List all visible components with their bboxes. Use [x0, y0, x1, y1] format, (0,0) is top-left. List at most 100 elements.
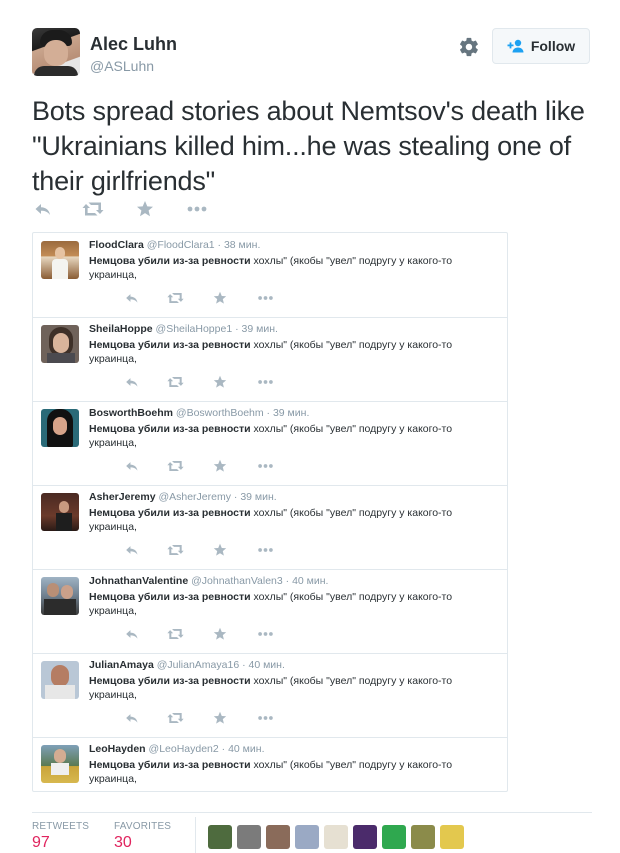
favorites-stat[interactable]: FAVORITES 30	[114, 821, 171, 852]
tweet-stats: RETWEETS 97 FAVORITES 30	[32, 812, 592, 853]
avatar[interactable]	[208, 825, 232, 849]
timestamp[interactable]: · 40 мин.	[286, 575, 329, 587]
favorite-icon[interactable]	[213, 543, 227, 557]
gear-icon[interactable]	[458, 36, 480, 58]
bold-phrase: Немцова убили из-за ревности	[89, 675, 251, 687]
more-icon[interactable]	[257, 375, 274, 389]
favorite-icon[interactable]	[213, 711, 227, 725]
user-name[interactable]: FloodClara	[89, 239, 144, 251]
reply-icon[interactable]	[125, 543, 139, 557]
user-handle[interactable]: @LeoHayden2	[149, 743, 219, 755]
bold-phrase: Немцова убили из-за ревности	[89, 255, 251, 267]
reply-icon[interactable]	[125, 459, 139, 473]
user-handle[interactable]: @SheilaHoppe1	[156, 323, 233, 335]
more-icon[interactable]	[186, 200, 208, 218]
author-handle[interactable]: @ASLuhn	[90, 58, 154, 74]
reply-icon[interactable]	[125, 291, 139, 305]
avatar[interactable]	[295, 825, 319, 849]
favorites-label: FAVORITES	[114, 821, 172, 832]
embedded-tweet[interactable]: AsherJeremy @AsherJeremy · 39 мин. Немцо…	[33, 485, 507, 570]
retweet-icon[interactable]	[167, 459, 184, 473]
stats-divider	[195, 817, 196, 853]
avatar[interactable]	[411, 825, 435, 849]
bold-phrase: Немцова убили из-за ревности	[89, 591, 251, 603]
more-icon[interactable]	[257, 627, 274, 641]
embedded-tweet[interactable]: FloodClara @FloodClara1 · 38 мин. Немцов…	[33, 233, 507, 318]
favorite-icon[interactable]	[213, 375, 227, 389]
tweet-body: Немцова убили из-за ревности хохлы" (яко…	[89, 590, 497, 618]
retweets-stat[interactable]: RETWEETS 97	[32, 821, 89, 852]
avatar[interactable]	[41, 577, 79, 615]
retweet-icon[interactable]	[167, 711, 184, 725]
row-actions	[89, 459, 289, 473]
user-name[interactable]: BosworthBoehm	[89, 407, 173, 419]
user-handle[interactable]: @BosworthBoehm	[176, 407, 264, 419]
avatar[interactable]	[41, 493, 79, 531]
embedded-tweet[interactable]: JohnathanValentine @JohnathanValen3 · 40…	[33, 569, 507, 654]
user-name[interactable]: JohnathanValentine	[89, 575, 188, 587]
timestamp[interactable]: · 39 мин.	[235, 323, 278, 335]
follow-label: Follow	[530, 38, 576, 54]
bold-phrase: Немцова убили из-за ревности	[89, 507, 251, 519]
user-name[interactable]: LeoHayden	[89, 743, 146, 755]
timestamp[interactable]: · 39 мин.	[267, 407, 310, 419]
favorite-icon[interactable]	[213, 459, 227, 473]
favorite-icon[interactable]	[136, 200, 154, 218]
more-icon[interactable]	[257, 459, 274, 473]
row-actions	[89, 375, 289, 389]
embedded-tweet[interactable]: SheilaHoppe @SheilaHoppe1 · 39 мин. Немц…	[33, 317, 507, 402]
embedded-tweet[interactable]: JulianAmaya @JulianAmaya16 · 40 мин. Нем…	[33, 653, 507, 738]
user-handle[interactable]: @AsherJeremy	[158, 491, 231, 503]
avatar[interactable]	[353, 825, 377, 849]
reply-icon[interactable]	[125, 375, 139, 389]
avatar[interactable]	[41, 325, 79, 363]
retweet-icon[interactable]	[167, 291, 184, 305]
more-icon[interactable]	[257, 291, 274, 305]
avatar[interactable]	[440, 825, 464, 849]
reply-icon[interactable]	[125, 711, 139, 725]
user-handle[interactable]: @FloodClara1	[147, 239, 215, 251]
more-icon[interactable]	[257, 543, 274, 557]
retweet-icon[interactable]	[167, 543, 184, 557]
avatar[interactable]	[41, 409, 79, 447]
avatar[interactable]	[324, 825, 348, 849]
user-name[interactable]: SheilaHoppe	[89, 323, 153, 335]
more-icon[interactable]	[257, 711, 274, 725]
timestamp[interactable]: · 40 мин.	[222, 743, 265, 755]
user-handle[interactable]: @JulianAmaya16	[157, 659, 239, 671]
row-actions	[89, 543, 289, 557]
tweet-body: Немцова убили из-за ревности хохлы" (яко…	[89, 422, 497, 450]
author-name[interactable]: Alec Luhn	[90, 34, 177, 55]
bold-phrase: Немцова убили из-за ревности	[89, 339, 251, 351]
tweet-header: Alec Luhn @ASLuhn Follow	[32, 28, 592, 78]
avatar[interactable]	[237, 825, 261, 849]
avatar[interactable]	[266, 825, 290, 849]
row-actions	[89, 291, 289, 305]
user-name[interactable]: JulianAmaya	[89, 659, 154, 671]
tweet-text: Bots spread stories about Nemtsov's deat…	[32, 96, 585, 196]
author-avatar[interactable]	[32, 28, 80, 76]
timestamp[interactable]: · 40 мин.	[242, 659, 285, 671]
reply-icon[interactable]	[125, 627, 139, 641]
favorites-count: 30	[114, 834, 132, 851]
avatar[interactable]	[382, 825, 406, 849]
favorite-icon[interactable]	[213, 627, 227, 641]
retweets-count: 97	[32, 834, 50, 851]
avatar[interactable]	[41, 241, 79, 279]
reply-icon[interactable]	[34, 200, 52, 218]
timestamp[interactable]: · 39 мин.	[234, 491, 277, 503]
timestamp[interactable]: · 38 мин.	[218, 239, 261, 251]
embedded-tweet[interactable]: BosworthBoehm @BosworthBoehm · 39 мин. Н…	[33, 401, 507, 486]
embedded-tweet[interactable]: LeoHayden @LeoHayden2 · 40 мин. Немцова …	[33, 737, 507, 791]
avatar[interactable]	[41, 661, 79, 699]
retweet-icon[interactable]	[167, 375, 184, 389]
retweets-label: RETWEETS	[32, 821, 90, 832]
avatar[interactable]	[41, 745, 79, 783]
user-handle[interactable]: @JohnathanValen3	[191, 575, 283, 587]
retweet-icon[interactable]	[82, 200, 104, 218]
embedded-tweet-list: FloodClara @FloodClara1 · 38 мин. Немцов…	[32, 232, 508, 792]
user-name[interactable]: AsherJeremy	[89, 491, 156, 503]
favorite-icon[interactable]	[213, 291, 227, 305]
follow-button[interactable]: Follow	[492, 28, 590, 64]
retweet-icon[interactable]	[167, 627, 184, 641]
